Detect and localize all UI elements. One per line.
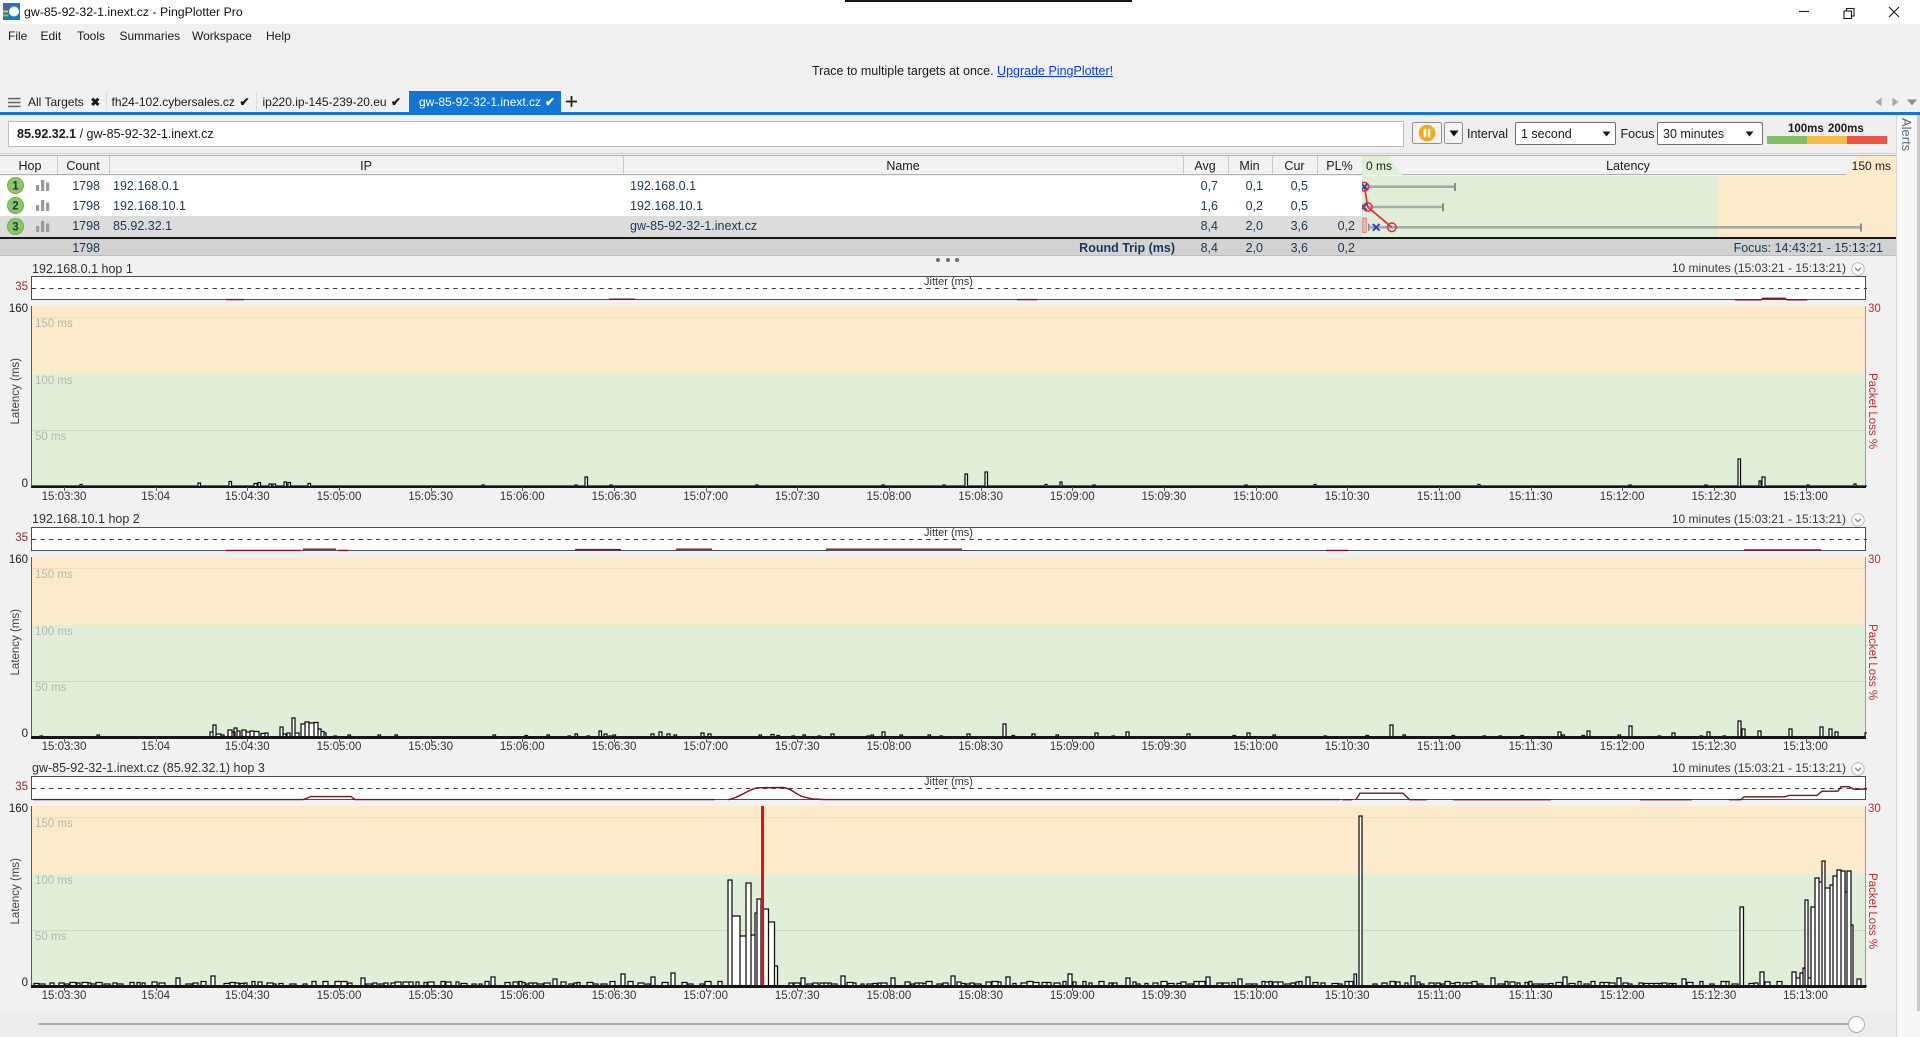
svg-text:1: 1 xyxy=(12,181,19,193)
svg-text:2: 2 xyxy=(12,201,18,213)
svg-text:3: 3 xyxy=(12,221,18,233)
